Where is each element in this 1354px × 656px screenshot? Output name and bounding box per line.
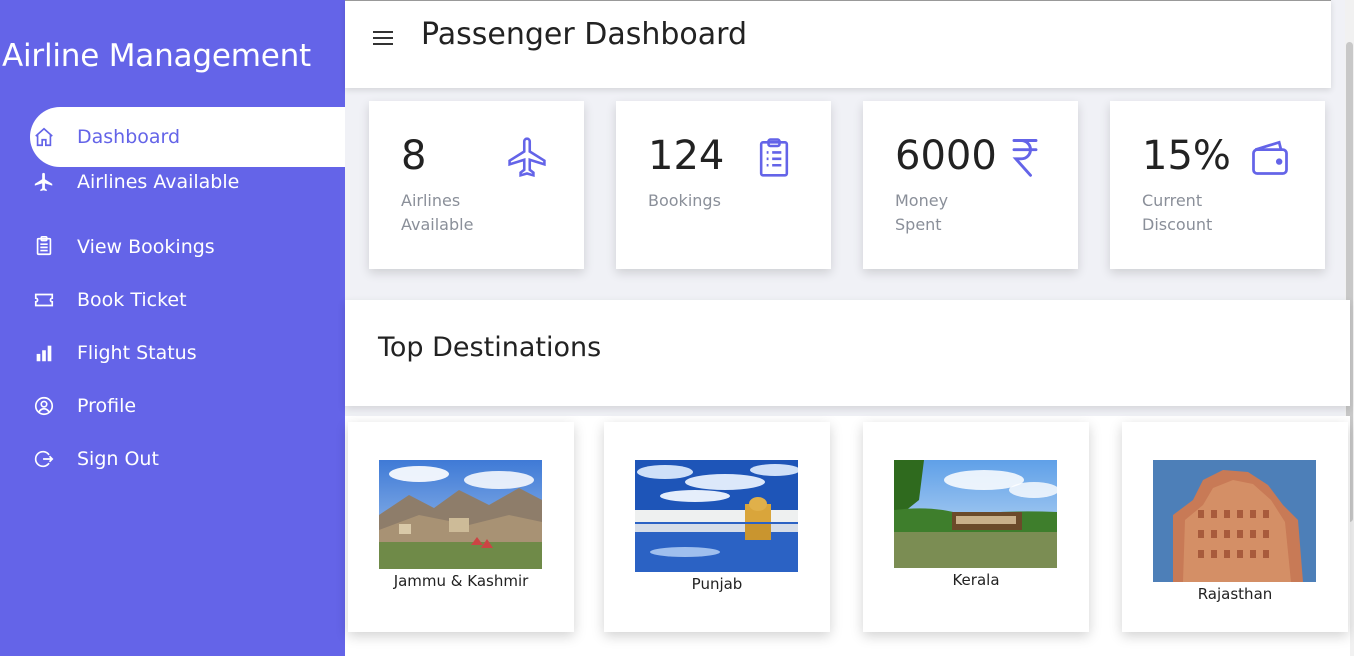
sidebar-item-label: Book Ticket — [77, 288, 187, 311]
hamburger-icon[interactable] — [371, 27, 395, 51]
sidebar-item-view-bookings[interactable]: View Bookings — [30, 220, 345, 273]
clipboard-icon — [32, 234, 56, 258]
sidebar-nav: Dashboard Airlines Available View Bookin… — [30, 107, 345, 485]
top-bar: Passenger Dashboard — [345, 0, 1331, 88]
stat-card-airlines[interactable]: 8 Airlines Available — [369, 101, 584, 269]
sidebar-item-label: Flight Status — [77, 341, 197, 364]
sidebar-item-label: View Bookings — [77, 235, 215, 258]
sidebar-item-label: Dashboard — [77, 126, 181, 148]
sidebar-item-flight-status[interactable]: Flight Status — [30, 326, 345, 379]
sidebar-item-label: Airlines Available — [77, 171, 240, 193]
sidebar-item-sign-out[interactable]: Sign Out — [30, 432, 345, 485]
destinations-header: Top Destinations — [345, 300, 1350, 406]
user-circle-icon — [32, 394, 56, 418]
sign-out-icon — [32, 447, 56, 471]
stat-label: Money Spent — [895, 191, 949, 234]
rupee-icon — [1003, 135, 1047, 179]
destination-image — [894, 460, 1057, 568]
destination-card-jammu-kashmir[interactable]: Jammu & Kashmir — [348, 422, 574, 632]
brand-title: Airline Management — [2, 38, 311, 74]
stat-label: Current Discount — [1142, 191, 1213, 234]
destination-name: Jammu & Kashmir — [393, 572, 529, 590]
sidebar-item-label: Sign Out — [77, 447, 159, 470]
destination-image — [379, 460, 542, 569]
destination-image — [635, 460, 798, 572]
page-title: Passenger Dashboard — [421, 17, 747, 52]
stat-value: 6000 — [895, 133, 997, 179]
sidebar-item-book-ticket[interactable]: Book Ticket — [30, 273, 345, 326]
airplane-icon — [505, 135, 549, 179]
destination-card-rajasthan[interactable]: Rajasthan — [1122, 422, 1348, 632]
stat-label: Airlines Available — [401, 191, 474, 234]
stat-value: 124 — [648, 133, 725, 179]
wallet-icon — [1248, 135, 1292, 179]
sidebar-item-profile[interactable]: Profile — [30, 379, 345, 432]
sidebar: Airline Management Dashboard Airlines Av… — [0, 0, 345, 656]
stat-card-money-spent[interactable]: 6000 Money Spent — [863, 101, 1078, 269]
sidebar-item-dashboard[interactable]: Dashboard — [30, 107, 345, 167]
destinations-grid: Jammu & Kashmir Punjab Kerala Rajasthan — [345, 416, 1350, 656]
destination-name: Rajasthan — [1197, 585, 1273, 603]
stat-value: 15% — [1142, 133, 1231, 179]
bar-chart-icon — [32, 341, 56, 365]
destination-name: Kerala — [952, 571, 1000, 589]
section-title: Top Destinations — [378, 332, 602, 363]
destination-card-punjab[interactable]: Punjab — [604, 422, 830, 632]
stat-label: Bookings — [648, 191, 721, 210]
stat-card-bookings[interactable]: 124 Bookings — [616, 101, 831, 269]
home-icon — [32, 125, 56, 149]
destination-name: Punjab — [691, 575, 743, 593]
destination-image — [1153, 460, 1316, 582]
stat-card-discount[interactable]: 15% Current Discount — [1110, 101, 1325, 269]
clipboard-icon — [752, 135, 796, 179]
ticket-icon — [32, 288, 56, 312]
sidebar-item-label: Profile — [77, 394, 137, 417]
sidebar-item-airlines-available[interactable]: Airlines Available — [30, 167, 345, 197]
stat-value: 8 — [401, 133, 427, 179]
destination-card-kerala[interactable]: Kerala — [863, 422, 1089, 632]
airplane-icon — [32, 170, 56, 194]
